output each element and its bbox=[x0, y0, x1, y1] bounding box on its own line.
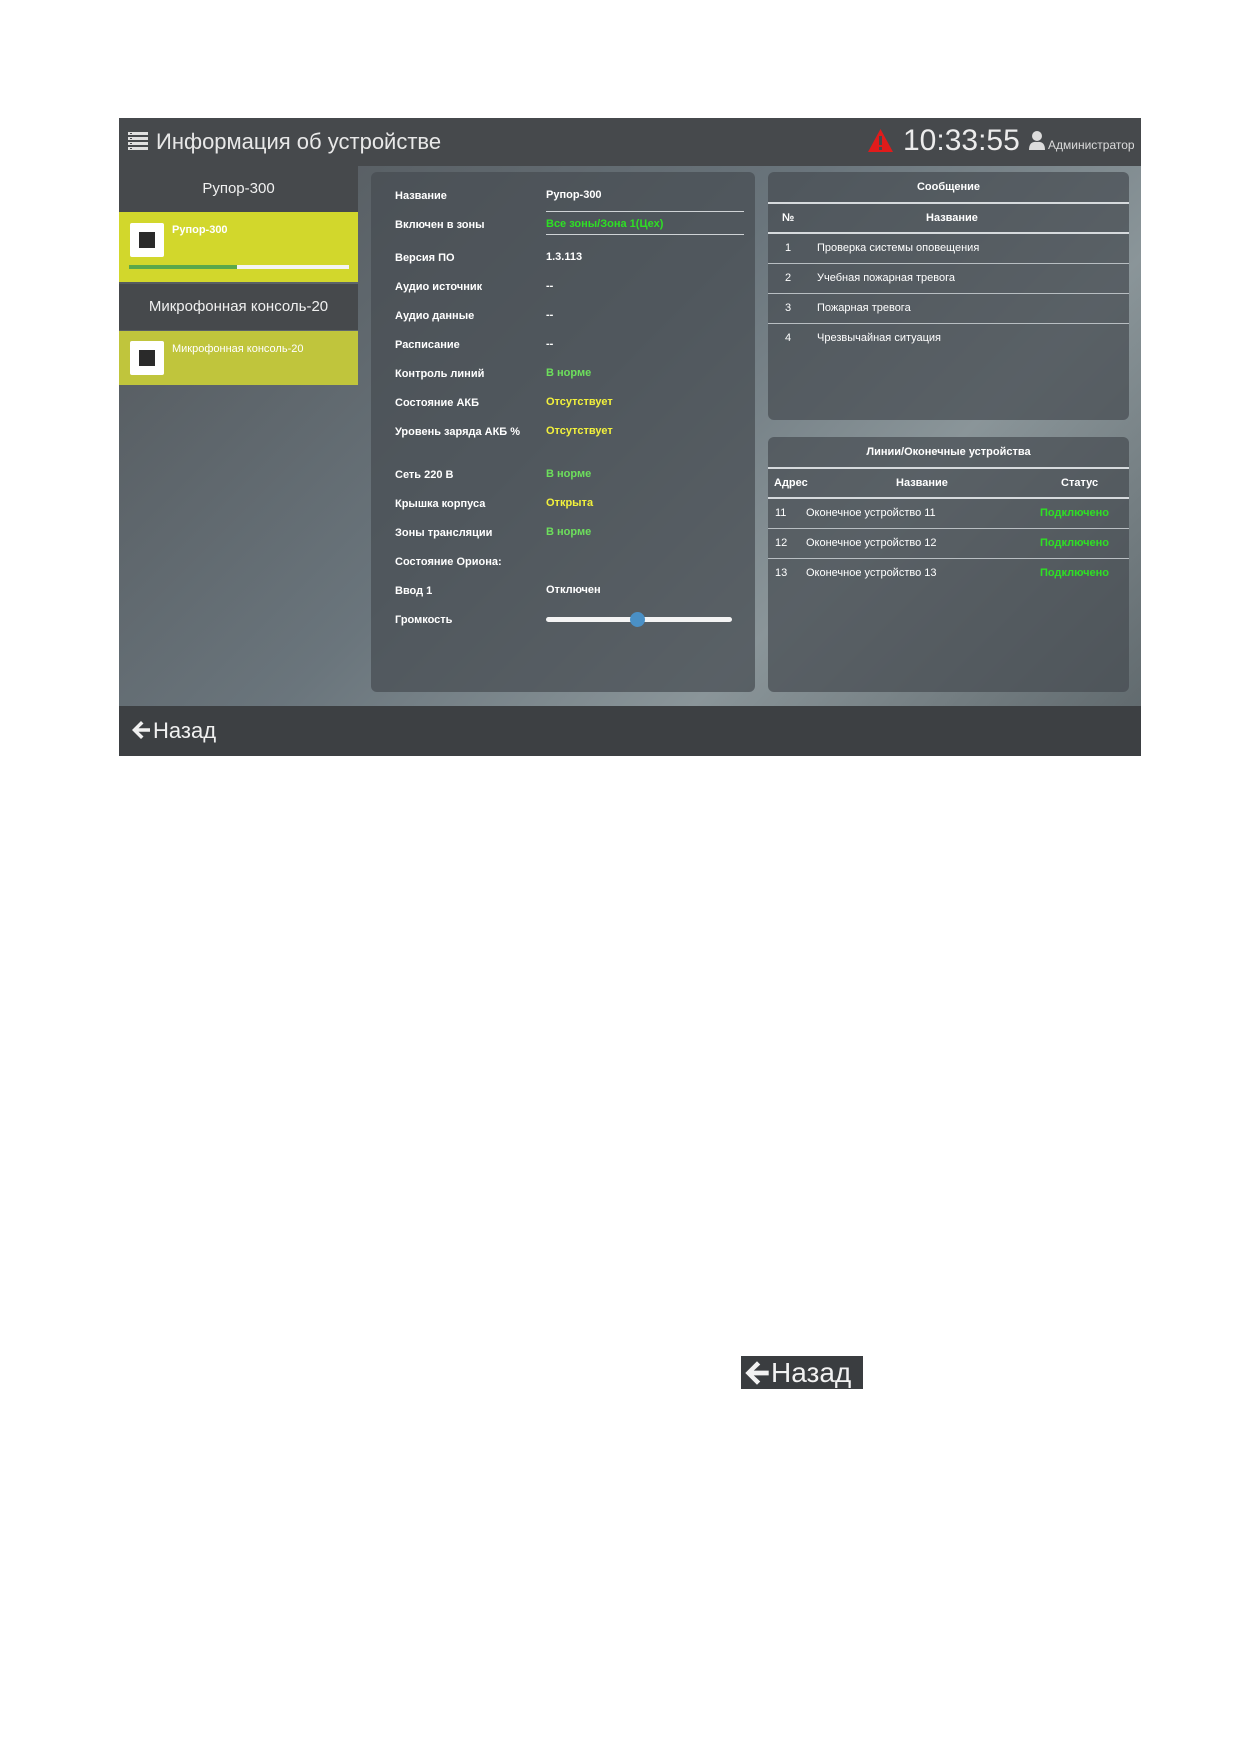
message-row[interactable]: 2 Учебная пожарная тревога bbox=[768, 264, 1129, 294]
zones-value: Все зоны/Зона 1(Цех) bbox=[546, 218, 664, 230]
line-address: 13 bbox=[775, 567, 788, 579]
device-info-screen: Информация об устройстве 10:33:55 Админи… bbox=[119, 118, 1141, 756]
info-label: Включен в зоны bbox=[395, 219, 485, 231]
lines-table-header: Адрес Название Статус bbox=[768, 469, 1129, 499]
progress-fill bbox=[129, 265, 237, 269]
message-num: 3 bbox=[785, 302, 792, 314]
line-status: Подключено bbox=[1040, 537, 1109, 549]
device-tile-label: Рупор-300 bbox=[172, 224, 228, 236]
info-label: Контроль линий bbox=[395, 368, 485, 380]
column-header-name: Название bbox=[926, 212, 978, 224]
line-row[interactable]: 13 Оконечное устройство 13 Подключено bbox=[768, 559, 1129, 588]
message-name: Учебная пожарная тревога bbox=[817, 272, 955, 284]
info-value: -- bbox=[546, 309, 554, 321]
info-label: Аудио данные bbox=[395, 310, 475, 322]
message-name: Проверка системы оповещения bbox=[817, 242, 980, 254]
info-value: 1.3.113 bbox=[546, 251, 583, 263]
info-value: В норме bbox=[546, 468, 592, 480]
list-menu-icon[interactable] bbox=[128, 132, 148, 150]
arrow-left-icon bbox=[745, 1361, 769, 1385]
info-value: -- bbox=[546, 338, 554, 350]
back-button[interactable]: Назад bbox=[131, 718, 216, 744]
info-value: -- bbox=[546, 280, 554, 292]
info-label: Ввод 1 bbox=[395, 585, 433, 597]
back-button-label: Назад bbox=[771, 1357, 852, 1388]
device-progress-bar bbox=[129, 265, 349, 269]
back-button-label: Назад bbox=[153, 718, 217, 743]
volume-slider[interactable] bbox=[546, 612, 732, 627]
info-value: В норме bbox=[546, 526, 592, 538]
column-header-num: № bbox=[782, 212, 795, 224]
info-value: Отключен bbox=[546, 584, 601, 596]
message-name: Чрезвычайная ситуация bbox=[817, 332, 942, 344]
device-group-header: Рупор-300 bbox=[119, 166, 358, 212]
info-value: Рупор-300 bbox=[546, 189, 602, 201]
info-label: Расписание bbox=[395, 339, 460, 351]
message-num: 1 bbox=[785, 242, 792, 254]
line-row[interactable]: 11 Оконечное устройство 11 Подключено bbox=[768, 499, 1129, 529]
user-icon[interactable] bbox=[1029, 131, 1045, 150]
info-label: Состояние Ориона: bbox=[395, 556, 502, 568]
info-label: Название bbox=[395, 190, 447, 202]
line-name: Оконечное устройство 12 bbox=[806, 537, 937, 549]
line-row[interactable]: 12 Оконечное устройство 12 Подключено bbox=[768, 529, 1129, 559]
zones-field[interactable]: Все зоны/Зона 1(Цех) bbox=[546, 211, 744, 235]
info-value: Отсутствует bbox=[546, 425, 613, 437]
stop-icon[interactable] bbox=[130, 223, 164, 257]
info-value: Открыта bbox=[546, 497, 594, 509]
message-num: 2 bbox=[785, 272, 792, 284]
info-label: Громкость bbox=[395, 614, 453, 626]
line-status: Подключено bbox=[1040, 567, 1109, 579]
column-header-name: Название bbox=[896, 477, 948, 489]
message-name: Пожарная тревога bbox=[817, 302, 911, 314]
device-tile-mic-console[interactable]: Микрофонная консоль-20 bbox=[119, 331, 358, 385]
device-info-panel: Название Рупор-300 Включен в зоны Все зо… bbox=[371, 172, 755, 692]
line-address: 11 bbox=[775, 507, 787, 519]
messages-table-header: № Название bbox=[768, 204, 1129, 234]
page-title: Информация об устройстве bbox=[156, 129, 442, 154]
line-address: 12 bbox=[775, 537, 788, 549]
clock: 10:33:55 bbox=[903, 124, 1020, 157]
column-header-status: Статус bbox=[1061, 477, 1099, 489]
device-tile-rupor[interactable]: Рупор-300 bbox=[119, 212, 358, 282]
info-label: Аудио источник bbox=[395, 281, 483, 293]
message-row[interactable]: 3 Пожарная тревога bbox=[768, 294, 1129, 324]
column-header-address: Адрес bbox=[774, 477, 808, 489]
line-name: Оконечное устройство 13 bbox=[806, 567, 937, 579]
user-name[interactable]: Администратор bbox=[1048, 138, 1135, 152]
info-label: Крышка корпуса bbox=[395, 498, 486, 510]
info-label: Уровень заряда АКБ % bbox=[395, 426, 521, 438]
device-tile-label: Микрофонная консоль-20 bbox=[172, 343, 304, 355]
line-name: Оконечное устройство 11 bbox=[806, 507, 936, 519]
stop-icon[interactable] bbox=[130, 341, 164, 375]
message-num: 4 bbox=[785, 332, 792, 344]
message-row[interactable]: 4 Чрезвычайная ситуация bbox=[768, 324, 1129, 353]
info-label: Версия ПО bbox=[395, 252, 455, 264]
messages-panel: Сообщение № Название 1 Проверка системы … bbox=[768, 172, 1129, 420]
info-value: Отсутствует bbox=[546, 396, 613, 408]
line-status: Подключено bbox=[1040, 507, 1109, 519]
info-label: Сеть 220 В bbox=[395, 469, 454, 481]
messages-title: Сообщение bbox=[768, 172, 1129, 204]
info-label: Состояние АКБ bbox=[395, 397, 480, 409]
arrow-left-icon bbox=[132, 721, 150, 739]
back-button-standalone[interactable]: Назад bbox=[741, 1356, 863, 1389]
device-group-header: Микрофонная консоль-20 bbox=[119, 284, 358, 330]
device-sidebar: Рупор-300 Рупор-300 Микрофонная консоль-… bbox=[119, 166, 358, 706]
top-bar: Информация об устройстве 10:33:55 Админи… bbox=[119, 118, 1141, 166]
info-label: Зоны трансляции bbox=[395, 527, 493, 539]
volume-slider-handle[interactable] bbox=[629, 612, 645, 627]
message-row[interactable]: 1 Проверка системы оповещения bbox=[768, 234, 1129, 264]
info-value: В норме bbox=[546, 367, 592, 379]
lines-panel: Линии/Оконечные устройства Адрес Названи… bbox=[768, 437, 1129, 692]
lines-title: Линии/Оконечные устройства bbox=[768, 437, 1129, 469]
alarm-warning-icon[interactable] bbox=[868, 129, 893, 152]
bottom-bar: Назад bbox=[119, 706, 1141, 756]
